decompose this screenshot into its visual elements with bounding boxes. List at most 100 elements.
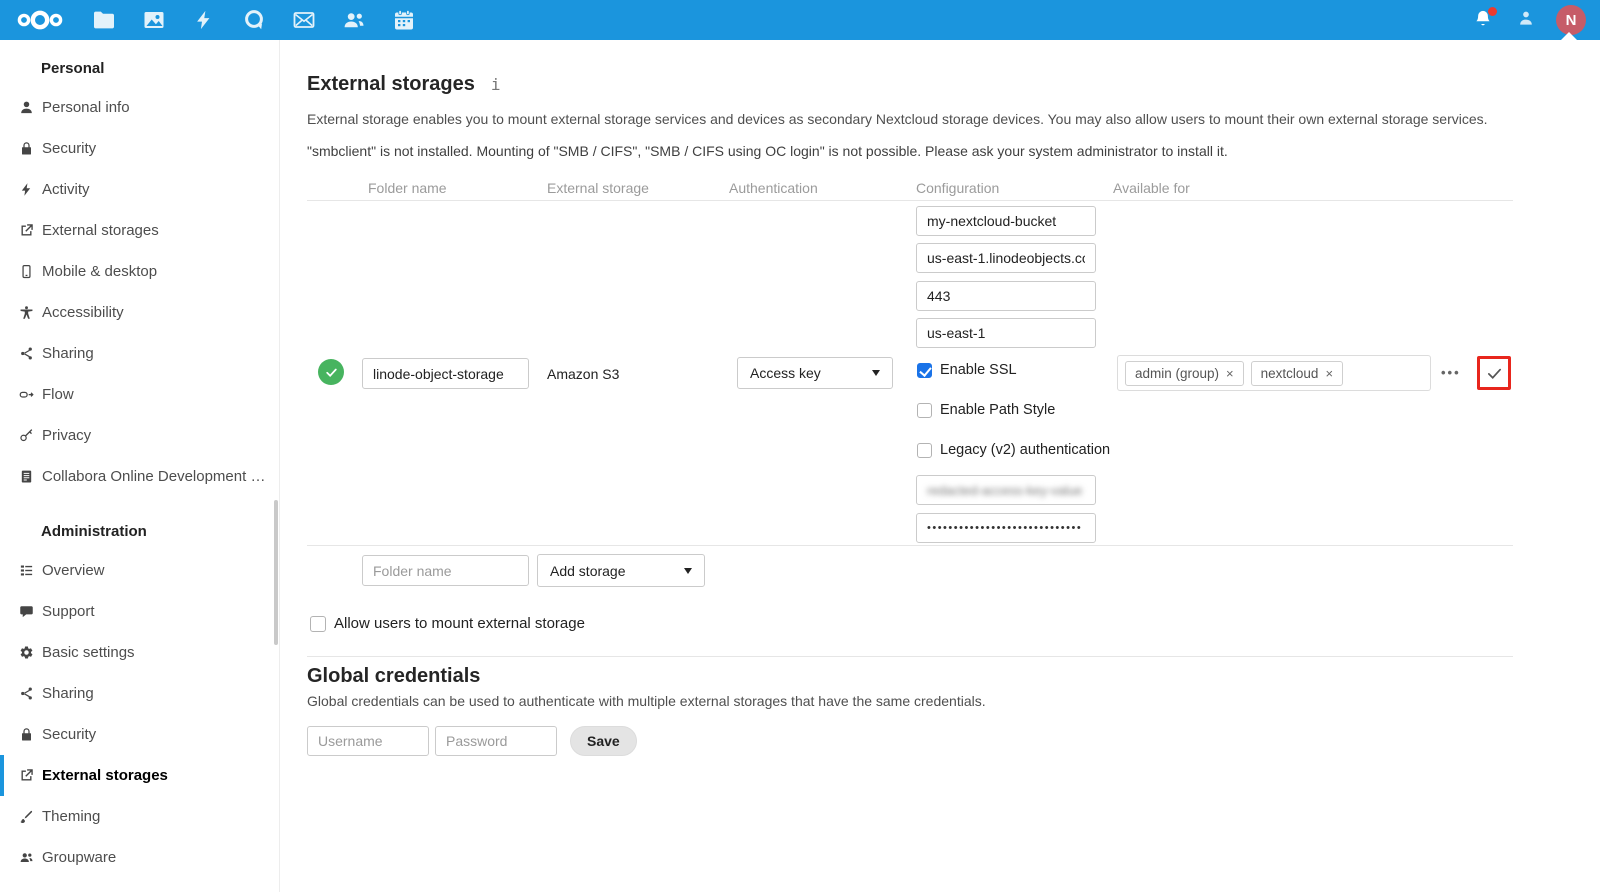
contacts-menu-icon[interactable] [1516,8,1536,33]
sidebar-item-sharing-admin[interactable]: Sharing [0,673,279,714]
access-key-redacted-text: redacted-access-key-value [927,483,1082,498]
legacy-auth-checkbox[interactable]: Legacy (v2) authentication [917,442,1110,458]
app-icon-strip [90,0,417,40]
top-bar: N [0,0,1600,40]
chat-icon [18,604,34,620]
section-personal: Personal [0,56,279,87]
available-for-tag: admin (group) × [1125,361,1244,386]
sidebar-scrollbar[interactable] [274,500,278,645]
user-icon [18,100,34,116]
enable-ssl-checkbox[interactable]: Enable SSL [917,362,1017,378]
list-icon [18,563,34,579]
share-icon [18,346,34,362]
table-header-divider [307,200,1513,201]
sidebar-item-label: Mobile & desktop [42,263,167,280]
col-header-authentication: Authentication [729,180,818,196]
table-row-divider [307,545,1513,546]
sidebar-item-label: Theming [42,808,110,825]
checkbox-label: Enable SSL [940,362,1017,378]
nextcloud-logo[interactable] [14,6,66,39]
checkbox-box[interactable] [917,403,932,418]
port-input[interactable] [916,281,1096,311]
sidebar-item-label: Sharing [42,685,104,702]
new-folder-name-input[interactable] [362,555,529,586]
add-storage-value: Add storage [550,563,626,579]
sidebar-item-accessibility[interactable]: Accessibility [0,292,279,333]
secret-key-input[interactable]: ••••••••••••••••••••••••••••• [916,513,1096,543]
sidebar-item-activity[interactable]: Activity [0,169,279,210]
external-link-icon [18,768,34,784]
checkbox-box[interactable] [917,443,932,458]
sidebar-item-overview[interactable]: Overview [0,550,279,591]
notification-dot [1488,7,1497,16]
col-header-available-for: Available for [1113,180,1190,196]
lightning-icon [18,182,34,198]
files-icon[interactable] [90,7,117,34]
sidebar-item-collabora[interactable]: Collabora Online Development Edit... [0,456,279,497]
sidebar-item-support[interactable]: Support [0,591,279,632]
external-storages-settings: External storagesi External storage enab… [280,40,1600,892]
flow-icon [18,387,34,403]
save-button[interactable]: Save [570,726,637,756]
available-for-field[interactable]: admin (group) × nextcloud × [1117,355,1431,391]
calendar-icon[interactable] [390,7,417,34]
enable-path-style-checkbox[interactable]: Enable Path Style [917,402,1055,418]
authentication-select[interactable]: Access key [737,357,893,389]
save-storage-confirm-button[interactable] [1477,356,1511,390]
document-icon [18,469,34,485]
sidebar-item-groupware[interactable]: Groupware [0,837,279,878]
sidebar-item-flow[interactable]: Flow [0,374,279,415]
sidebar-item-label: External storages [42,222,169,239]
sidebar-item-mobile-desktop[interactable]: Mobile & desktop [0,251,279,292]
folder-name-input[interactable] [362,358,529,389]
nextcloud-settings-window: N Personal Personal info Security Activi… [0,0,1600,892]
menu-notch [1560,32,1578,41]
user-avatar[interactable]: N [1556,5,1586,35]
sidebar-item-sharing-personal[interactable]: Sharing [0,333,279,374]
sidebar-item-basic-settings[interactable]: Basic settings [0,632,279,673]
contacts-icon[interactable] [340,7,367,34]
info-icon[interactable]: i [491,75,501,94]
global-credentials-description: Global credentials can be used to authen… [307,693,1407,709]
sidebar-item-personal-info[interactable]: Personal info [0,87,279,128]
photos-icon[interactable] [140,7,167,34]
lock-icon [18,727,34,743]
settings-sidebar: Personal Personal info Security Activity… [0,40,280,892]
sidebar-item-privacy[interactable]: Privacy [0,415,279,456]
global-username-input[interactable] [307,726,429,756]
sidebar-item-theming[interactable]: Theming [0,796,279,837]
global-password-input[interactable] [435,726,557,756]
gear-icon [18,645,34,661]
sidebar-item-security-personal[interactable]: Security [0,128,279,169]
remove-tag-icon[interactable]: × [1226,366,1234,381]
chevron-down-icon [684,568,692,574]
checkbox-box[interactable] [310,616,326,632]
bucket-input[interactable] [916,206,1096,236]
talk-icon[interactable] [240,7,267,34]
secret-key-masked-text: ••••••••••••••••••••••••••••• [927,522,1082,534]
phone-icon [18,264,34,280]
sidebar-item-label: Accessibility [42,304,134,321]
sidebar-item-label: Basic settings [42,644,145,661]
checkbox-label: Enable Path Style [940,402,1055,418]
checkbox-box[interactable] [917,363,932,378]
share-icon [18,686,34,702]
sidebar-item-external-storages-admin[interactable]: External storages [0,755,279,796]
add-storage-select[interactable]: Add storage [537,554,705,587]
external-link-icon [18,223,34,239]
access-key-input[interactable]: redacted-access-key-value [916,475,1096,505]
remove-tag-icon[interactable]: × [1325,366,1333,381]
mail-icon[interactable] [290,7,317,34]
region-input[interactable] [916,318,1096,348]
row-options-icon[interactable]: ••• [1441,365,1461,380]
status-ok-icon [318,359,344,385]
allow-users-checkbox[interactable]: Allow users to mount external storage [310,615,585,632]
sidebar-item-security-admin[interactable]: Security [0,714,279,755]
notifications-bell-icon[interactable] [1472,8,1496,32]
activity-icon[interactable] [190,7,217,34]
sidebar-item-external-storages-personal[interactable]: External storages [0,210,279,251]
sidebar-item-label: Security [42,726,106,743]
hostname-input[interactable] [916,243,1096,273]
tag-label: nextcloud [1261,366,1319,381]
col-header-external-storage: External storage [547,180,649,196]
